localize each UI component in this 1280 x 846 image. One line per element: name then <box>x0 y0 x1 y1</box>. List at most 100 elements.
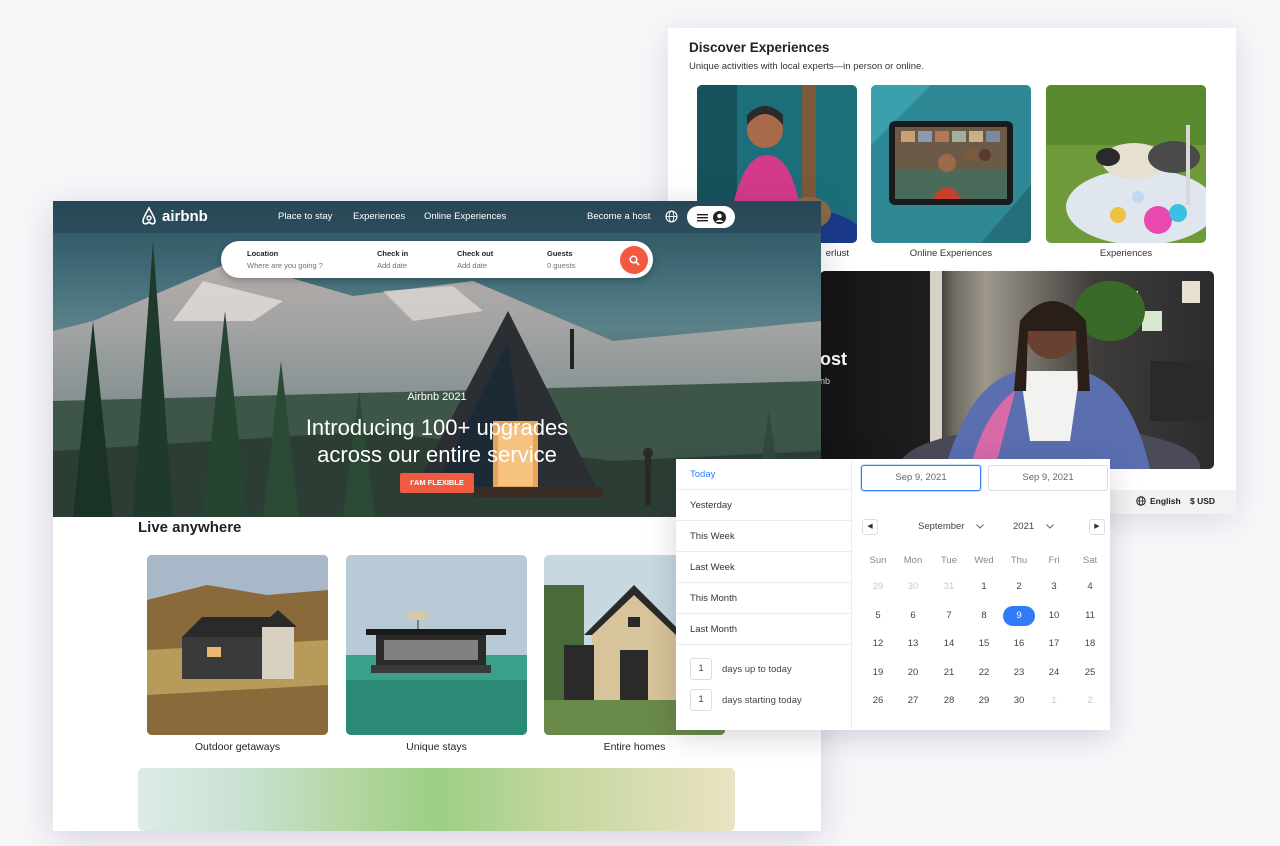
checkin-label: Check in <box>377 249 409 258</box>
airbnb-logo-icon <box>142 206 156 225</box>
calendar-day: 30 <box>907 581 919 592</box>
calendar-day[interactable]: 30 <box>1005 691 1033 711</box>
promo-banner[interactable] <box>138 768 735 831</box>
become-host-text: ost <box>820 349 847 369</box>
search-button[interactable] <box>620 246 648 274</box>
calendar-day[interactable]: 13 <box>899 634 927 654</box>
guests-field[interactable]: Guests 0 guests <box>547 249 575 270</box>
calendar-day[interactable]: 26 <box>864 691 892 711</box>
search-icon <box>628 254 640 266</box>
guests-value: 0 guests <box>547 261 576 270</box>
calendar-day[interactable]: 17 <box>1040 634 1068 654</box>
calendar-day[interactable]: 11 <box>1076 606 1104 626</box>
calendar-day[interactable]: 19 <box>864 663 892 683</box>
checkin-field[interactable]: Check in Add date <box>377 249 408 270</box>
calendar-day[interactable]: 22 <box>970 663 998 683</box>
language-button[interactable] <box>665 210 678 228</box>
airbnb-logo-text: airbnb <box>162 207 208 225</box>
discover-subtitle: Unique activities with local experts—in … <box>689 61 924 72</box>
discover-title: Discover Experiences <box>689 40 830 55</box>
calendar-day[interactable]: 20 <box>899 663 927 683</box>
become-host-banner[interactable]: ost nb <box>820 271 1214 469</box>
preset-today[interactable]: Today <box>676 459 851 490</box>
nav-online-experiences[interactable]: Online Experiences <box>424 211 506 222</box>
tablet-video-call-photo <box>871 85 1031 243</box>
unique-stays-label: Unique stays <box>406 741 467 753</box>
language-label: English <box>1150 496 1181 506</box>
calendar-day[interactable]: 29 <box>970 691 998 711</box>
calendar-day[interactable]: 1 <box>970 577 998 597</box>
preset-this-month[interactable]: This Month <box>676 583 851 614</box>
calendar-day[interactable]: 16 <box>1005 634 1033 654</box>
calendar-day[interactable]: 27 <box>899 691 927 711</box>
calendar-day: 29 <box>872 581 884 592</box>
location-field[interactable]: Location Where are you going ? <box>247 249 323 270</box>
preset-this-week[interactable]: This Week <box>676 521 851 552</box>
outdoor-getaways-card[interactable] <box>147 555 328 735</box>
weekday-label: Fri <box>1048 555 1060 566</box>
end-date-input[interactable]: Sep 9, 2021 <box>988 465 1108 491</box>
online-experiences-label: Online Experiences <box>909 248 993 259</box>
next-month-button[interactable]: ▶ <box>1089 519 1105 535</box>
experiences-card[interactable] <box>1046 85 1206 243</box>
year-select[interactable]: 2021 <box>1013 521 1054 532</box>
calendar-day[interactable]: 12 <box>864 634 892 654</box>
checkin-value: Add date <box>377 261 408 270</box>
weekday-label: Sun <box>869 555 887 566</box>
become-host-link[interactable]: Become a host <box>587 211 650 222</box>
year-value: 2021 <box>1013 521 1035 532</box>
calendar-day[interactable]: 5 <box>864 606 892 626</box>
start-date-input[interactable]: Sep 9, 2021 <box>861 465 981 491</box>
checkout-field[interactable]: Check out Add date <box>457 249 493 270</box>
calendar-day[interactable]: 18 <box>1076 634 1104 654</box>
airbnb-logo[interactable]: airbnb <box>139 206 208 226</box>
preset-last-week[interactable]: Last Week <box>676 552 851 583</box>
currency-selector[interactable]: $ USD <box>1190 496 1215 506</box>
online-experiences-card[interactable] <box>871 85 1031 243</box>
globe-icon <box>665 210 678 223</box>
calendar-day[interactable]: 25 <box>1076 663 1104 683</box>
days-starting-today-input[interactable]: 1 <box>690 689 712 711</box>
days-starting-today-row: 1 days starting today <box>690 689 802 711</box>
entire-homes-label: Entire homes <box>603 741 666 753</box>
calendar-day[interactable]: 14 <box>935 634 963 654</box>
month-value: September <box>918 521 965 532</box>
calendar-day[interactable]: 6 <box>899 606 927 626</box>
calendar-day[interactable]: 10 <box>1040 606 1068 626</box>
user-menu-button[interactable] <box>687 206 735 228</box>
unique-stays-card[interactable] <box>346 555 527 735</box>
language-selector[interactable]: English <box>1136 496 1181 506</box>
preset-yesterday[interactable]: Yesterday <box>676 490 851 521</box>
hero-headline-line1: Introducing 100+ upgrades <box>305 415 569 440</box>
weekday-label: Sat <box>1082 555 1098 566</box>
flexible-button[interactable]: I'AM FLEXIBLE <box>400 473 474 493</box>
hamburger-menu-icon <box>696 213 708 221</box>
calendar-day[interactable]: 24 <box>1040 663 1068 683</box>
calendar-day[interactable]: 23 <box>1005 663 1033 683</box>
days-up-to-today-input[interactable]: 1 <box>690 658 712 680</box>
calendar-day[interactable]: 4 <box>1076 577 1104 597</box>
days-up-to-today-row: 1 days up to today <box>690 658 792 680</box>
calendar-day[interactable]: 3 <box>1040 577 1068 597</box>
preset-last-month[interactable]: Last Month <box>676 614 851 645</box>
user-avatar-icon <box>712 210 726 224</box>
calendar-day[interactable]: 7 <box>935 606 963 626</box>
date-range-picker: Today Yesterday This Week Last Week This… <box>676 459 1110 730</box>
weekday-label: Thu <box>1010 555 1028 566</box>
calendar-day: 1 <box>1051 695 1057 706</box>
calendar-day-selected[interactable]: 9 <box>1003 606 1035 626</box>
top-navbar: airbnb Place to stay Experiences Online … <box>53 201 821 233</box>
calendar-day[interactable]: 21 <box>935 663 963 683</box>
nav-experiences[interactable]: Experiences <box>353 211 405 222</box>
date-presets-panel: Today Yesterday This Week Last Week This… <box>676 459 852 730</box>
calendar-day[interactable]: 8 <box>970 606 998 626</box>
calendar-day[interactable]: 2 <box>1005 577 1033 597</box>
nav-place-to-stay[interactable]: Place to stay <box>278 211 332 222</box>
calendar-day[interactable]: 15 <box>970 634 998 654</box>
caret-left-icon: ◀ <box>867 523 873 530</box>
calendar-day[interactable]: 28 <box>935 691 963 711</box>
prev-month-button[interactable]: ◀ <box>862 519 878 535</box>
floating-house-photo <box>346 555 527 735</box>
live-anywhere-title: Live anywhere <box>138 519 242 536</box>
month-select[interactable]: September <box>918 521 985 532</box>
